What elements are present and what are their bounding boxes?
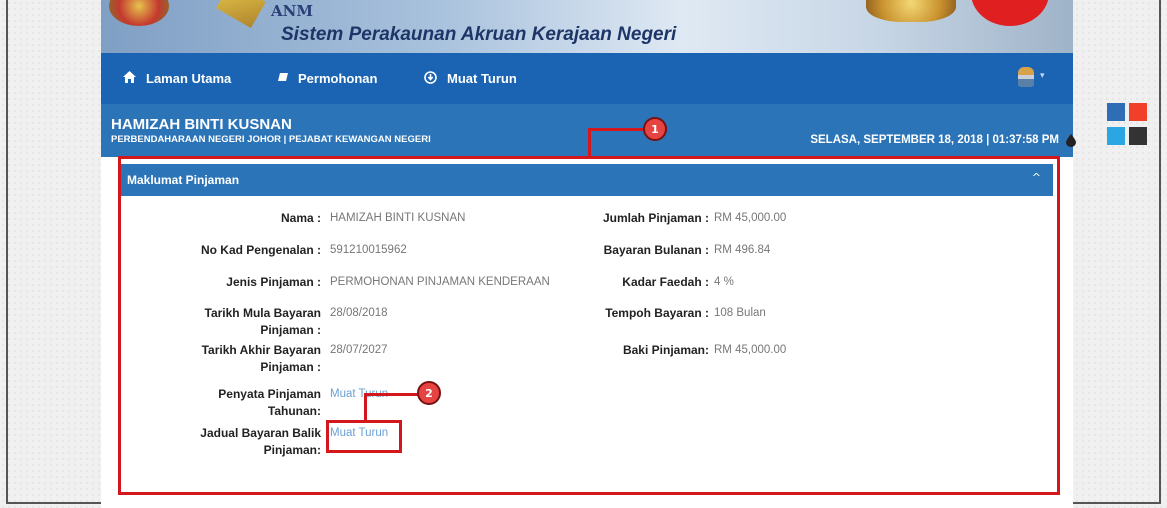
theme-drop-icon[interactable] [1066,134,1076,151]
annotation-connector [364,393,367,421]
nav-label: Permohonan [298,71,378,86]
user-organization: PERBENDAHARAAN NEGERI JOHOR | PEJABAT KE… [111,134,431,145]
banner-org: ANM [271,2,313,20]
banner-ornament [216,0,266,28]
swatch-red[interactable] [1129,103,1147,121]
home-icon [123,71,136,86]
banner-title: Sistem Perakaunan Akruan Kerajaan Negeri [281,24,677,45]
user-name: HAMIZAH BINTI KUSNAN [111,116,292,133]
user-avatar-icon[interactable] [1018,67,1034,87]
nav-label: Muat Turun [447,71,517,86]
current-datetime: SELASA, SEPTEMBER 18, 2018 | 01:37:58 PM [810,134,1059,146]
edit-icon [276,71,288,86]
site-banner: ANM Sistem Perakaunan Akruan Kerajaan Ne… [101,0,1073,53]
nav-label: Laman Utama [146,71,232,86]
swatch-dark[interactable] [1129,127,1147,145]
annotation-box-link [326,420,402,453]
state-crest-logo [109,0,169,26]
nav-laman-utama[interactable]: Laman Utama [123,53,231,104]
annotation-connector [364,393,418,396]
red-emblem [971,0,1049,26]
main-navbar: Laman Utama Permohonan Muat Turun ▾ [101,53,1073,104]
annotation-connector [588,128,591,158]
royal-crest-logo [866,0,956,22]
swatch-blue[interactable] [1107,103,1125,121]
caret-down-icon[interactable]: ▾ [1040,71,1045,81]
annotation-connector [588,128,644,131]
swatch-light-blue[interactable] [1107,127,1125,145]
nav-permohonan[interactable]: Permohonan [276,53,377,104]
annotation-badge-2: 2 [417,381,441,405]
profile-header: HAMIZAH BINTI KUSNAN PERBENDAHARAAN NEGE… [101,104,1073,157]
nav-muat-turun[interactable]: Muat Turun [424,53,517,104]
annotation-badge-1: 1 [643,117,667,141]
annotation-box-panel [118,156,1060,495]
download-circle-icon [424,70,437,87]
